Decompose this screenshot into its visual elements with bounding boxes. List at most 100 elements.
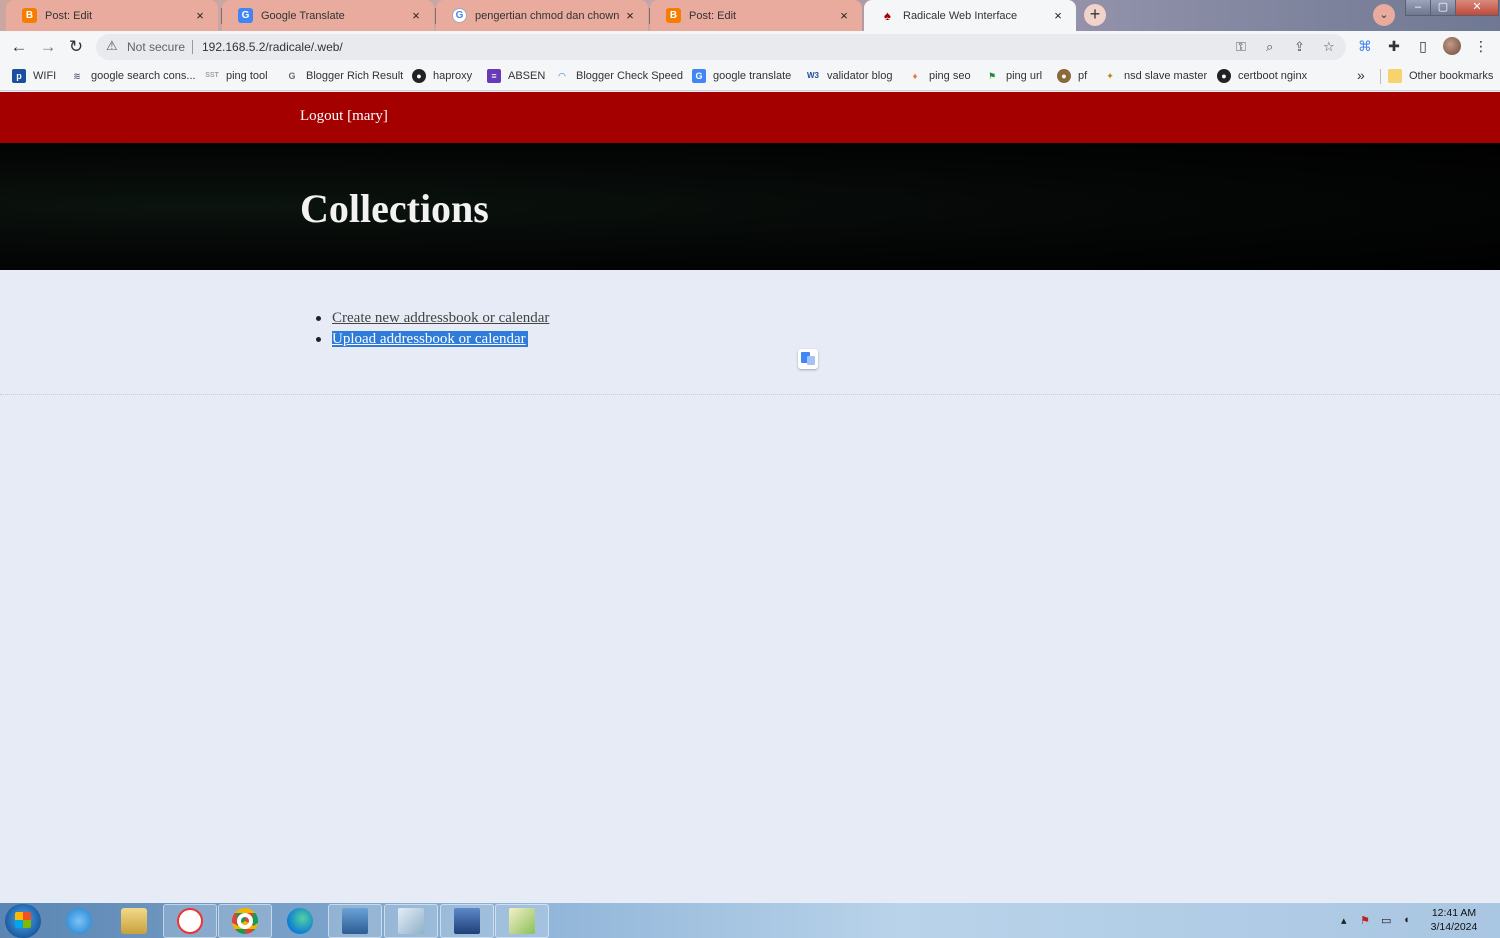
- chrome-icon[interactable]: [218, 904, 272, 938]
- list-item: Upload addressbook or calendar: [316, 330, 549, 351]
- close-icon[interactable]: ×: [622, 8, 638, 23]
- logout-link[interactable]: Logout [mary]: [300, 108, 388, 125]
- tab-title: Google Translate: [261, 9, 345, 22]
- upload-collection-link[interactable]: Upload addressbook or calendar: [332, 331, 528, 347]
- blogger-icon: B: [22, 8, 37, 23]
- bookmark-item[interactable]: ≡ ABSEN: [487, 68, 545, 84]
- bookmark-item[interactable]: ♦ ping seo: [908, 68, 971, 84]
- create-collection-link[interactable]: Create new addressbook or calendar: [332, 310, 549, 326]
- wifi-bookmark-icon: p: [12, 69, 26, 83]
- bookmark-label: pf: [1078, 70, 1088, 82]
- bookmark-item[interactable]: ◠ Blogger Check Speed: [555, 68, 683, 84]
- close-icon[interactable]: ×: [836, 8, 852, 23]
- google-icon: G: [452, 8, 467, 23]
- maximize-button[interactable]: ▢: [1430, 0, 1456, 16]
- speed-icon: ◠: [558, 71, 566, 81]
- tab-pengertian-chmod[interactable]: G pengertian chmod dan chown - ×: [436, 0, 648, 31]
- bookmark-label: validator blog: [827, 70, 893, 82]
- divider: [0, 394, 1500, 395]
- app-glyph: [287, 908, 313, 934]
- bookmark-label: Blogger Check Speed: [576, 70, 684, 82]
- github-icon: ●: [412, 69, 426, 83]
- translate-popup-icon[interactable]: [798, 349, 818, 369]
- other-bookmarks-folder[interactable]: Other bookmarks: [1388, 68, 1493, 84]
- minimize-button[interactable]: –: [1405, 0, 1431, 16]
- bookmark-item[interactable]: p WIFI: [12, 68, 56, 84]
- taskbar-clock[interactable]: 12:41 AM 3/14/2024: [1424, 906, 1484, 934]
- bookmark-label: nsd slave master: [1124, 70, 1208, 82]
- bookmark-item[interactable]: W3 validator blog: [806, 68, 892, 84]
- network-tool-icon[interactable]: [440, 904, 494, 938]
- bookmark-label: WIFI: [33, 70, 57, 82]
- editor-icon[interactable]: [495, 904, 549, 938]
- bookmark-label: haproxy: [433, 70, 473, 82]
- close-icon[interactable]: ×: [192, 8, 208, 23]
- app-glyph: [342, 908, 368, 934]
- bookmark-star-icon[interactable]: ☆: [1323, 39, 1335, 55]
- bookmark-label: Other bookmarks: [1409, 70, 1494, 82]
- page-title: Collections: [300, 186, 489, 231]
- start-button[interactable]: [5, 904, 41, 938]
- internet-explorer-icon[interactable]: [52, 904, 106, 938]
- page-header: [0, 143, 1500, 270]
- bookmark-item[interactable]: G Blogger Rich Result: [285, 68, 403, 84]
- close-icon[interactable]: ×: [408, 8, 424, 23]
- ping-tool-icon: SST: [205, 72, 219, 79]
- back-button[interactable]: ←: [8, 36, 30, 58]
- edge-icon[interactable]: [273, 904, 327, 938]
- search-console-icon: ≋: [73, 71, 81, 81]
- app-glyph: [454, 908, 480, 934]
- app-glyph: [66, 908, 92, 934]
- app-glyph: [509, 908, 535, 934]
- bookmark-item[interactable]: SST ping tool: [205, 68, 267, 84]
- new-tab-button[interactable]: +: [1084, 4, 1106, 26]
- bookmark-item[interactable]: ⚑ ping url: [985, 68, 1042, 84]
- tab-title: Radicale Web Interface: [903, 9, 1018, 22]
- tab-search-button[interactable]: ⌄: [1373, 4, 1395, 26]
- top-nav-bar: [0, 92, 1500, 143]
- tab-post-edit-2[interactable]: B Post: Edit ×: [650, 0, 862, 31]
- zoom-icon[interactable]: ⌕: [1266, 39, 1273, 55]
- remote-desktop-icon[interactable]: [328, 904, 382, 938]
- bookmark-item[interactable]: ✦ nsd slave master: [1103, 68, 1207, 84]
- key-icon[interactable]: ⚿: [1236, 39, 1246, 55]
- reload-button[interactable]: ↻: [65, 36, 87, 58]
- bookmark-item[interactable]: ● pf: [1057, 68, 1087, 84]
- file-explorer-icon[interactable]: [107, 904, 161, 938]
- bookmark-label: certboot nginx: [1238, 70, 1308, 82]
- more-bookmarks-button[interactable]: »: [1357, 67, 1365, 83]
- menu-icon[interactable]: ⋮: [1472, 38, 1490, 55]
- tab-google-translate[interactable]: G Google Translate ×: [222, 0, 434, 31]
- bookmark-item[interactable]: ● certboot nginx: [1217, 68, 1307, 84]
- share-icon[interactable]: ⇪: [1294, 39, 1305, 55]
- extensions-icon[interactable]: ✚: [1385, 38, 1403, 55]
- profile-avatar[interactable]: [1443, 37, 1461, 55]
- tab-title: pengertian chmod dan chown -: [475, 9, 622, 22]
- warning-icon[interactable]: ⚠: [106, 38, 118, 54]
- pf-icon: ●: [1057, 69, 1071, 83]
- action-center-icon[interactable]: ⚑: [1360, 914, 1370, 927]
- app-icon[interactable]: [384, 904, 438, 938]
- tab-post-edit-1[interactable]: B Post: Edit ×: [6, 0, 218, 31]
- yandex-icon[interactable]: [163, 904, 217, 938]
- app-glyph: [121, 908, 147, 934]
- tab-radicale-web-interface[interactable]: ♠ Radicale Web Interface ×: [864, 0, 1076, 31]
- bookmark-item[interactable]: ≋ google search cons...: [70, 68, 196, 84]
- bookmark-item[interactable]: G google translate: [692, 68, 791, 84]
- url-text[interactable]: 192.168.5.2/radicale/.web/: [202, 40, 343, 54]
- network-icon[interactable]: ▭: [1381, 914, 1391, 927]
- bookmark-label: ABSEN: [508, 70, 546, 82]
- bookmark-label: google search cons...: [91, 70, 196, 82]
- close-icon[interactable]: ×: [1050, 8, 1066, 23]
- window-close-button[interactable]: ✕: [1455, 0, 1499, 16]
- forward-button[interactable]: →: [37, 36, 59, 58]
- volume-icon[interactable]: ◖: [1403, 914, 1410, 926]
- radicale-icon: ♠: [884, 8, 891, 23]
- security-label: Not secure: [127, 40, 186, 54]
- bookmark-item[interactable]: ● haproxy: [412, 68, 472, 84]
- nsd-icon: ✦: [1106, 71, 1114, 81]
- address-bar[interactable]: ⚠ Not secure 192.168.5.2/radicale/.web/ …: [96, 34, 1346, 60]
- translate-extension-icon[interactable]: ⌘: [1356, 38, 1374, 55]
- side-panel-icon[interactable]: ▯: [1414, 38, 1432, 55]
- show-hidden-icons-icon[interactable]: ▴: [1341, 914, 1347, 927]
